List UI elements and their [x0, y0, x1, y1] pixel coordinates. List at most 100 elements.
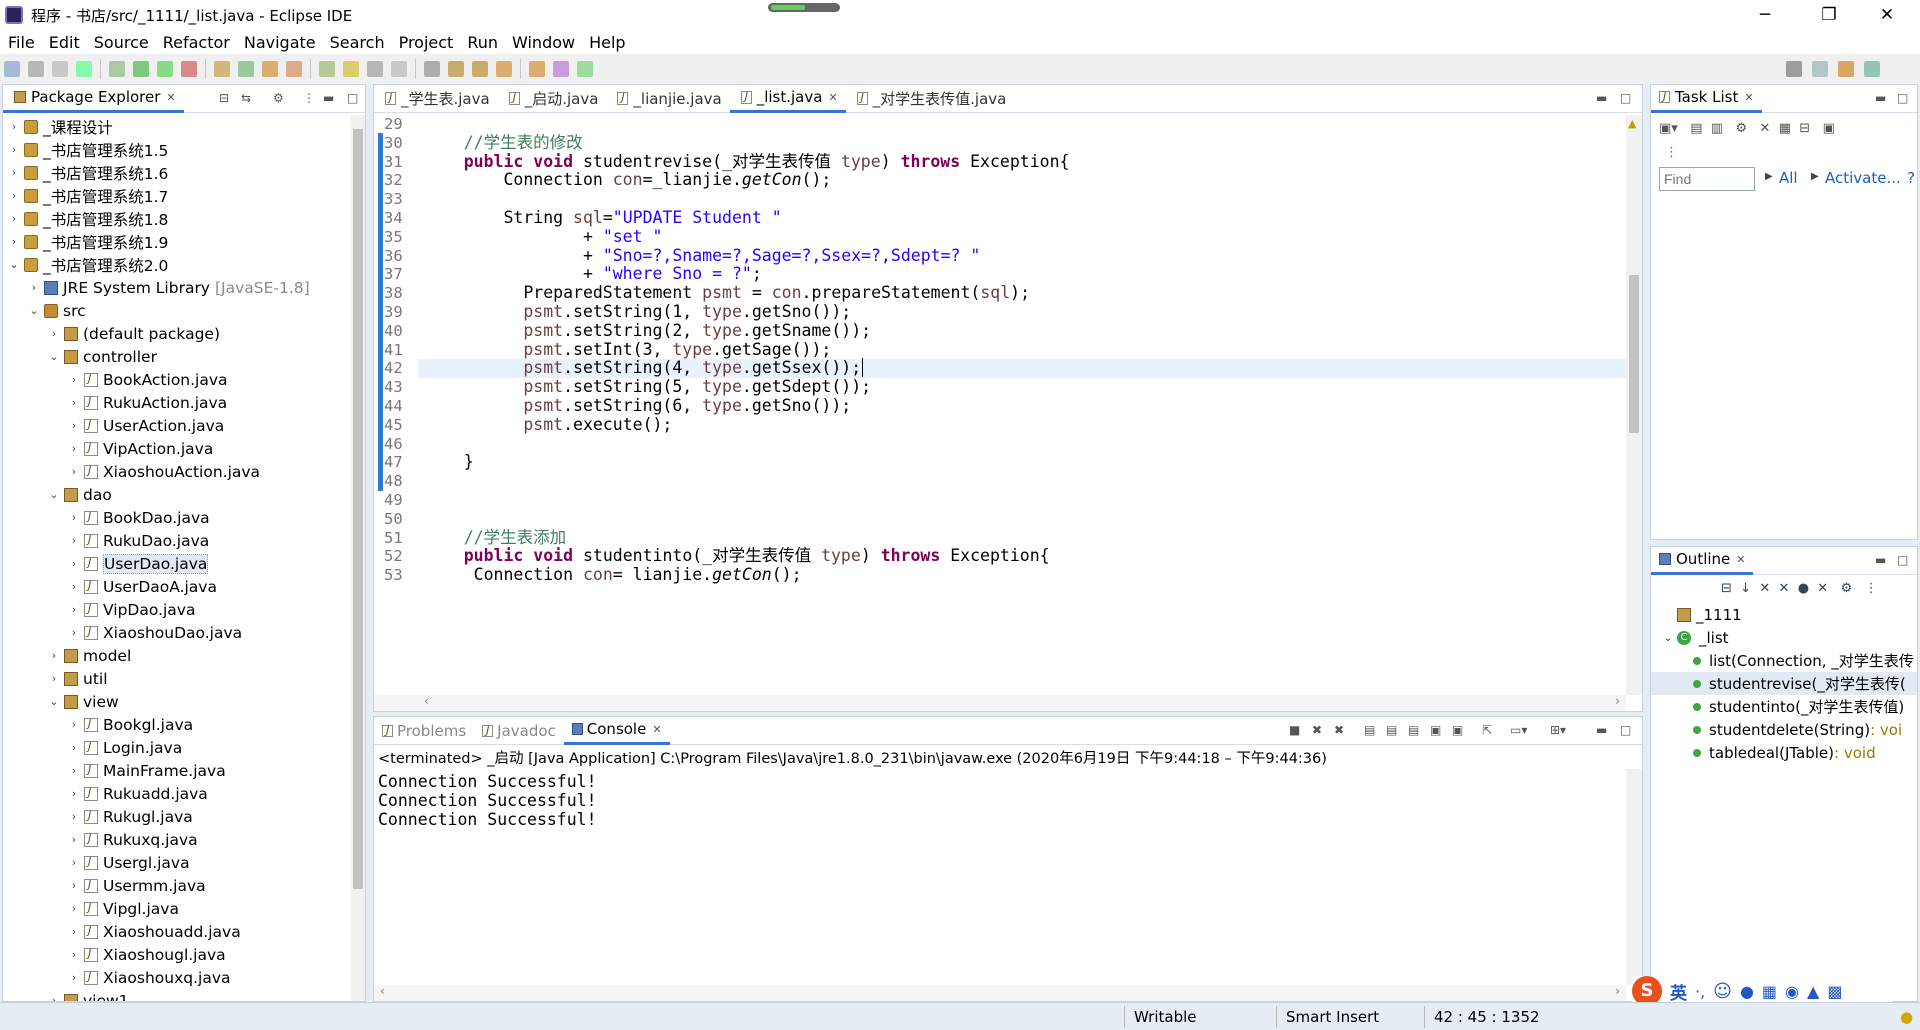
code-line[interactable]: Connection con= lianjie.getCon(); [418, 565, 1626, 585]
console-tab-console[interactable]: Console ✕ [563, 717, 670, 745]
toolbar-button-icon[interactable] [181, 61, 197, 77]
activate-link[interactable]: Activate... [1825, 169, 1901, 187]
tree-item[interactable]: › _书店管理系统1.9 [3, 230, 351, 253]
toolbar-button-icon[interactable] [238, 61, 254, 77]
debug-perspective-icon[interactable] [1864, 61, 1880, 77]
tree-item[interactable]: ⌄ _书店管理系统2.0 [3, 253, 351, 276]
display-console-icon[interactable]: ▭▾ [1510, 723, 1527, 737]
help-icon[interactable]: ? [1907, 169, 1915, 187]
toolbar-button-icon[interactable] [109, 61, 125, 77]
chevron-right-icon[interactable]: › [7, 235, 21, 248]
chevron-right-icon[interactable]: › [67, 511, 81, 524]
tree-item[interactable]: › _书店管理系统1.5 [3, 138, 351, 161]
console-scrollbar[interactable] [1626, 769, 1642, 985]
all-link[interactable]: All [1779, 169, 1798, 187]
tip-bulb-icon[interactable]: ● [1900, 1008, 1913, 1026]
toolbar-button-icon[interactable] [286, 61, 302, 77]
pin-console-icon[interactable]: ⇱ [1482, 723, 1492, 737]
tree-item[interactable]: › Bookgl.java [3, 713, 351, 736]
tree-item[interactable]: › Xiaoshougl.java [3, 943, 351, 966]
code-line[interactable]: Connection con=_lianjie.getCon(); [418, 170, 1626, 190]
menu-source[interactable]: Source [94, 33, 149, 52]
tree-item[interactable]: › XiaoshouDao.java [3, 621, 351, 644]
code-line[interactable]: public void studentrevise(_对学生表传值 type) … [418, 152, 1626, 172]
open-perspective-icon[interactable] [1812, 61, 1828, 77]
menu-project[interactable]: Project [399, 33, 454, 52]
code-line[interactable] [418, 510, 1626, 529]
tab-outline[interactable]: Outline ✕ [1651, 547, 1754, 575]
menu-refactor[interactable]: Refactor [163, 33, 230, 52]
tree-item[interactable]: › Xiaoshouadd.java [3, 920, 351, 943]
close-icon[interactable]: ✕ [1736, 553, 1745, 566]
tree-item[interactable]: › Usermm.java [3, 874, 351, 897]
toolbar-button-icon[interactable] [343, 61, 359, 77]
code-line[interactable]: //学生表添加 [418, 528, 1626, 548]
code-line[interactable] [418, 491, 1626, 510]
toolbar-button-icon[interactable] [496, 61, 512, 77]
chevron-right-icon[interactable]: › [7, 212, 21, 225]
java-perspective-icon[interactable] [1838, 61, 1854, 77]
chevron-right-icon[interactable]: › [67, 810, 81, 823]
tree-item[interactable]: › Rukugl.java [3, 805, 351, 828]
tree-item[interactable]: › JRE System Library [JavaSE-1.8] [3, 276, 351, 299]
chevron-right-icon[interactable]: › [67, 764, 81, 777]
remove-launch-icon[interactable]: ✖ [1312, 723, 1322, 737]
keyboard-icon[interactable]: ▦ [1762, 982, 1777, 1001]
editor-tab[interactable]: _对学生表传值.java [846, 85, 1015, 113]
tree-item[interactable]: › model [3, 644, 351, 667]
code-line[interactable] [418, 435, 1626, 454]
outline-class[interactable]: ⌄ C _list [1651, 626, 1917, 649]
toolbar-button-icon[interactable] [448, 61, 464, 77]
tree-item[interactable]: › Xiaoshouxq.java [3, 966, 351, 989]
toolbar-button-icon[interactable] [28, 61, 44, 77]
punctuation-icon[interactable]: ·, [1695, 982, 1705, 1001]
tree-item[interactable]: ⌄ src [3, 299, 351, 322]
code-line[interactable]: PreparedStatement psmt = con.prepareStat… [418, 283, 1626, 303]
categorize-icon[interactable]: ▤ [1690, 121, 1702, 136]
find-input[interactable] [1659, 167, 1755, 191]
code-line[interactable]: psmt.setInt(3, type.getSage()); [418, 340, 1626, 360]
tree-item[interactable]: › MainFrame.java [3, 759, 351, 782]
chevron-down-icon[interactable]: ⌄ [47, 488, 61, 501]
code-line[interactable]: psmt.setString(2, type.getSname()); [418, 321, 1626, 341]
tree-item[interactable]: › util [3, 667, 351, 690]
code-line[interactable]: + "where Sno = ?"; [418, 264, 1626, 284]
skin-icon[interactable]: ▲ [1807, 982, 1819, 1001]
tree-item[interactable]: › view1 [3, 989, 351, 1001]
toolbar-button-icon[interactable] [424, 61, 440, 77]
ime-language[interactable]: 英 [1670, 979, 1687, 1004]
console-output[interactable]: Connection Successful! Connection Success… [378, 772, 1622, 829]
chevron-right-icon[interactable]: › [67, 626, 81, 639]
menu-run[interactable]: Run [467, 33, 498, 52]
scroll-lock-icon[interactable]: ▤ [1386, 723, 1397, 737]
tree-item[interactable]: › BookAction.java [3, 368, 351, 391]
minimize-view-icon[interactable]: ▬ [1875, 91, 1886, 105]
tree-item[interactable]: › _书店管理系统1.6 [3, 161, 351, 184]
maximize-console-icon[interactable]: □ [1620, 723, 1631, 737]
code-line[interactable] [418, 472, 1626, 491]
console-tab-javadoc[interactable]: Javadoc [474, 717, 564, 745]
code-line[interactable]: psmt.setString(4, type.getSsex()); [418, 358, 1626, 379]
chevron-right-icon[interactable]: › [67, 948, 81, 961]
chevron-right-icon[interactable]: › [67, 879, 81, 892]
editor-tab[interactable]: _启动.java [498, 85, 607, 113]
restore-button[interactable]: ❐ [1806, 2, 1852, 28]
toolbar-button-icon[interactable] [214, 61, 230, 77]
chevron-down-icon[interactable]: ⌄ [27, 304, 41, 317]
collapse-all-icon[interactable]: ⊟ [1721, 581, 1732, 596]
toolbar-button-icon[interactable] [391, 61, 407, 77]
close-icon[interactable]: ✕ [1744, 91, 1753, 104]
close-icon[interactable]: ✕ [828, 91, 837, 104]
chevron-down-icon[interactable]: ⌄ [7, 258, 21, 271]
code-line[interactable]: String sql="UPDATE Student " [418, 208, 1626, 228]
outline-member[interactable]: studentdelete(String) : voi [1651, 718, 1917, 741]
filter-icon[interactable]: ⚙ [273, 91, 284, 105]
tab-package-explorer[interactable]: Package Explorer ✕ [3, 85, 184, 113]
editor-tab[interactable]: _lianjie.java [606, 85, 729, 113]
toolbar-button-icon[interactable] [367, 61, 383, 77]
menu-help[interactable]: Help [589, 33, 625, 52]
tab-task-list[interactable]: Task List ✕ [1651, 85, 1762, 113]
hide-fields-icon[interactable]: ✕ [1759, 581, 1770, 596]
tree-item[interactable]: ⌄ view [3, 690, 351, 713]
code-line[interactable] [418, 190, 1626, 209]
